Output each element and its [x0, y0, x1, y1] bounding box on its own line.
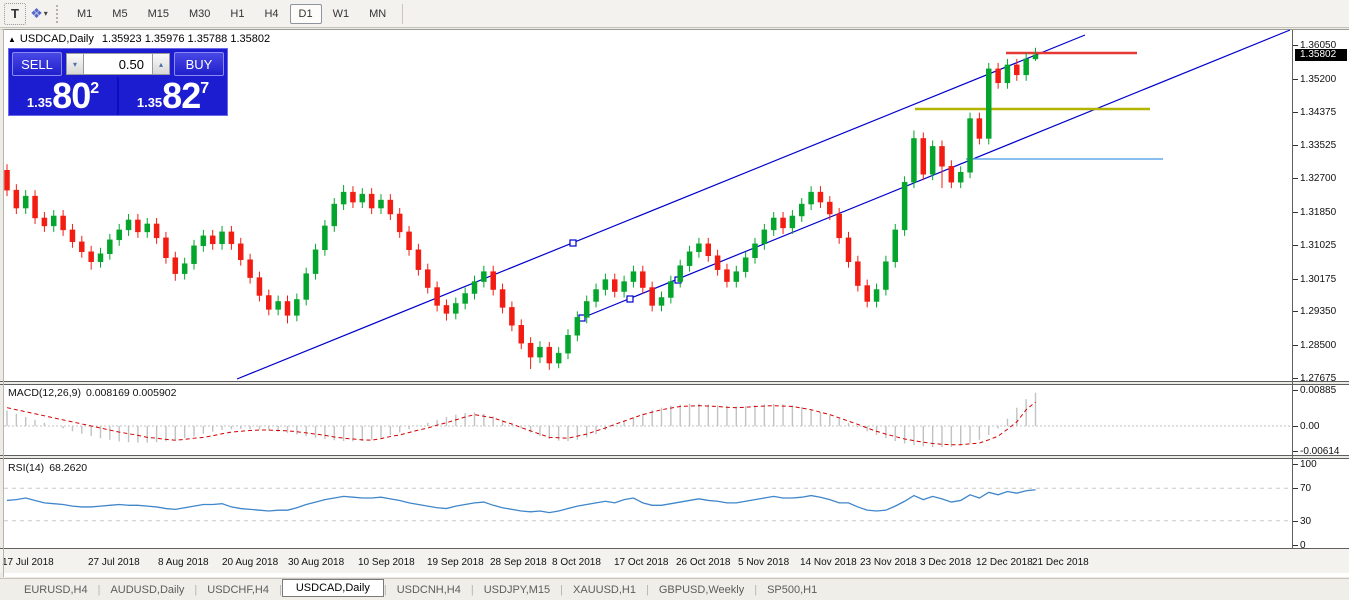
date-axis-label: 5 Nov 2018 — [738, 557, 789, 568]
rsi-name: RSI(14) — [8, 462, 44, 474]
price-axis-tick: 1.33525 — [1300, 140, 1336, 151]
date-axis-label: 28 Sep 2018 — [490, 557, 547, 568]
rsi-panel — [4, 488, 1292, 520]
panel-splitter-macd[interactable] — [0, 381, 1349, 385]
collapse-arrow-icon[interactable]: ▲ — [8, 35, 16, 44]
chart-tab-eurusd[interactable]: EURUSD,H4 — [14, 582, 98, 598]
sell-price-big: 80 — [52, 80, 90, 112]
price-axis-tick: 1.35200 — [1300, 74, 1336, 85]
date-axis-label: 12 Dec 2018 — [976, 557, 1033, 568]
volume-stepper: ▾ ▴ — [66, 53, 170, 75]
chart-tab-usdjpy[interactable]: USDJPY,M15 — [474, 582, 560, 598]
price-axis-tick: 1.32700 — [1300, 173, 1336, 184]
trading-terminal: T ❖ ▾ M1M5M15M30H1H4D1W1MN 17 Jul 201827… — [0, 0, 1349, 600]
date-axis-label: 3 Dec 2018 — [920, 557, 971, 568]
macd-indicator-label: MACD(12,26,9) 0.008169 0.005902 — [8, 387, 181, 399]
date-axis-label: 8 Oct 2018 — [552, 557, 601, 568]
rsi-axis-tick: 100 — [1300, 459, 1317, 470]
rsi-axis-tick: 30 — [1300, 516, 1311, 527]
price-axis-tick: 1.29350 — [1300, 306, 1336, 317]
chart-tab-sp500[interactable]: SP500,H1 — [757, 582, 827, 598]
date-axis-label: 20 Aug 2018 — [222, 557, 278, 568]
chart-tab-usdchf[interactable]: USDCHF,H4 — [197, 582, 279, 598]
trendline-handle[interactable] — [570, 240, 576, 246]
price-axis-tick: 1.30175 — [1300, 274, 1336, 285]
chart-tab-audusd[interactable]: AUDUSD,Daily — [100, 582, 194, 598]
price-axis-tick: 1.34375 — [1300, 107, 1336, 118]
sell-button[interactable]: SELL — [12, 52, 62, 76]
trend-channel[interactable] — [237, 30, 1290, 379]
date-axis-label: 30 Aug 2018 — [288, 557, 344, 568]
macd-axis-tick: 0.00885 — [1300, 385, 1336, 396]
macd-axis-tick: -0.00614 — [1300, 446, 1339, 457]
date-axis-label: 19 Sep 2018 — [427, 557, 484, 568]
date-axis-label: 14 Nov 2018 — [800, 557, 857, 568]
date-axis-label: 21 Dec 2018 — [1032, 557, 1089, 568]
chart-tabbar: EURUSD,H4|AUDUSD,Daily|USDCHF,H4|USDCAD,… — [0, 578, 1349, 600]
sell-price-sup: 2 — [90, 80, 99, 98]
rsi-line — [7, 490, 1036, 513]
chart-tab-usdcnh[interactable]: USDCNH,H4 — [387, 582, 471, 598]
one-click-trade-panel: SELL ▾ ▴ BUY 1.35 80 2 1.35 82 7 — [8, 48, 228, 116]
panel-splitter-rsi[interactable] — [0, 455, 1349, 459]
date-axis-label: 26 Oct 2018 — [676, 557, 730, 568]
chart-title: ▲ USDCAD,Daily 1.35923 1.35976 1.35788 1.3… — [8, 33, 270, 45]
price-axis-tick: 1.31850 — [1300, 207, 1336, 218]
buy-price-sup: 7 — [200, 80, 209, 98]
date-axis-label: 10 Sep 2018 — [358, 557, 415, 568]
macd-axis-tick: 0.00 — [1300, 421, 1319, 432]
chart-ohlc-values: 1.35923 1.35976 1.35788 1.35802 — [102, 33, 270, 45]
sell-price-small: 1.35 — [27, 95, 52, 110]
rsi-axis-tick: 70 — [1300, 483, 1311, 494]
buy-button[interactable]: BUY — [174, 52, 224, 76]
volume-decrement-button[interactable]: ▾ — [66, 53, 84, 75]
date-axis-label: 27 Jul 2018 — [88, 557, 140, 568]
rsi-indicator-label: RSI(14) 68.2620 — [8, 462, 92, 474]
macd-values: 0.008169 0.005902 — [86, 387, 177, 399]
current-price-tag: 1.35802 — [1295, 49, 1347, 61]
buy-price-big: 82 — [162, 80, 200, 112]
price-axis-tick: 1.28500 — [1300, 340, 1336, 351]
rsi-axis-tick: 0 — [1300, 540, 1306, 551]
sell-price-quote[interactable]: 1.35 80 2 — [9, 77, 117, 115]
buy-price-quote[interactable]: 1.35 82 7 — [117, 77, 227, 115]
chart-tab-usdcad[interactable]: USDCAD,Daily — [282, 579, 384, 597]
trendline-handle[interactable] — [627, 296, 633, 302]
volume-increment-button[interactable]: ▴ — [152, 53, 170, 75]
date-axis-label: 17 Jul 2018 — [2, 557, 54, 568]
horizontal-lines[interactable] — [915, 53, 1163, 159]
buy-price-small: 1.35 — [137, 95, 162, 110]
chart-tab-gbpusd[interactable]: GBPUSD,Weekly — [649, 582, 754, 598]
price-axis-line — [1292, 30, 1293, 548]
chart-tab-xauusd[interactable]: XAUUSD,H1 — [563, 582, 646, 598]
price-axis-tick: 1.27675 — [1300, 373, 1336, 384]
chart-symbol-label: USDCAD,Daily — [20, 33, 94, 45]
macd-name: MACD(12,26,9) — [8, 387, 81, 399]
date-axis-label: 8 Aug 2018 — [158, 557, 209, 568]
window-left-border — [3, 29, 4, 577]
price-axis-tick: 1.31025 — [1300, 240, 1336, 251]
date-axis-label: 17 Oct 2018 — [614, 557, 668, 568]
macd-panel — [4, 393, 1292, 447]
date-axis-label: 23 Nov 2018 — [860, 557, 917, 568]
macd-signal-line — [7, 402, 1036, 445]
time-axis-line — [0, 548, 1349, 549]
rsi-value: 68.2620 — [49, 462, 87, 474]
volume-input[interactable] — [84, 53, 152, 75]
date-axis: 17 Jul 2018 27 Jul 2018 8 Aug 2018 20 Aug 2… — [0, 549, 1349, 573]
